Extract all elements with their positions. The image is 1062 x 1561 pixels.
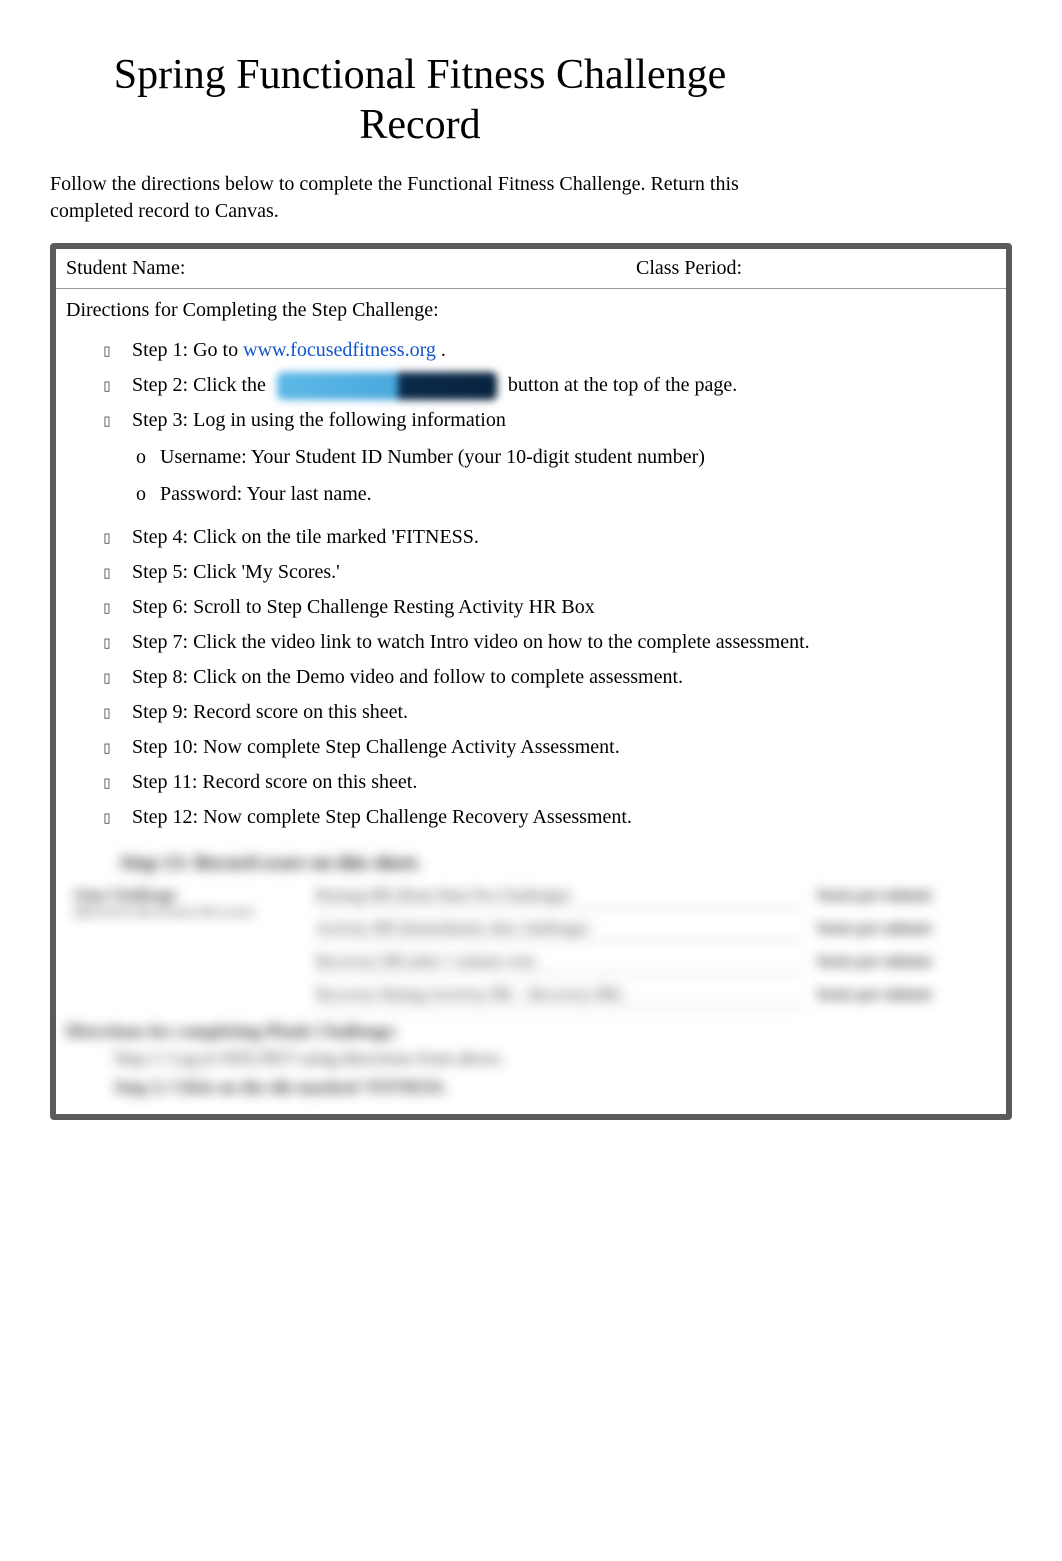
bullet-icon: ▯ — [96, 412, 118, 431]
intro-text: Follow the directions below to complete … — [50, 171, 770, 225]
step-9-text: Step 9: Record score on this sheet. — [118, 698, 996, 727]
bullet-icon: ▯ — [96, 529, 118, 548]
step-challenge-table: Step Challenge (Record in the boxes) All… — [66, 881, 996, 1013]
step-13-blurred: Step 13: Record score on this sheet. — [66, 848, 996, 881]
plank-directions-heading: Directions for completing Plank Challeng… — [66, 1013, 996, 1044]
plank-step-1: Step 1: Log in WELNET using directions f… — [66, 1044, 996, 1073]
step-7-text: Step 7: Click the video link to watch In… — [118, 628, 996, 657]
class-period-label: Class Period: — [626, 249, 1006, 288]
step-2: ▯ Step 2: Click the button at the top of… — [96, 371, 996, 400]
step-3: ▯ Step 3: Log in using the following inf… — [96, 406, 996, 517]
step-2-pre: Step 2: Click the — [132, 374, 271, 396]
step-10-text: Step 10: Now complete Step Challenge Act… — [118, 733, 996, 762]
bullet-icon: ▯ — [96, 704, 118, 723]
step-directions-heading: Directions for Completing the Step Chall… — [56, 289, 1006, 328]
step-3-text: Step 3: Log in using the following infor… — [132, 409, 506, 431]
focusedfitness-link[interactable]: www.focusedfitness.org — [243, 339, 436, 361]
row3-unit: beats per minute — [810, 947, 996, 980]
step-1-pre: Step 1: Go to — [132, 339, 243, 361]
row1-unit: beats per minute — [810, 881, 996, 914]
step-3a: oUsername: Your Student ID Number (your … — [136, 443, 996, 472]
form-header-row: Student Name: Class Period: — [56, 249, 1006, 289]
table-left-title: Step Challenge — [74, 887, 300, 905]
password-info: Password: Your last name. — [160, 480, 372, 509]
bullet-icon: ▯ — [96, 599, 118, 618]
table-left-sub: (Record in the boxes) All scores — [74, 905, 300, 921]
step-6-text: Step 6: Scroll to Step Challenge Resting… — [118, 593, 996, 622]
step-8-text: Step 8: Click on the Demo video and foll… — [118, 663, 996, 692]
username-info: Username: Your Student ID Number (your 1… — [160, 443, 705, 472]
step-3b: oPassword: Your last name. — [136, 480, 996, 509]
bullet-icon: ▯ — [96, 669, 118, 688]
plank-step-2: Step 2: Click on the tile marked 'FITNES… — [66, 1073, 996, 1102]
row1-label: Resting HR (Heart Rate Pre-Challenge) — [316, 887, 570, 904]
bullet-icon: ▯ — [96, 342, 118, 361]
bullet-icon: ▯ — [96, 634, 118, 653]
bullet-icon: ▯ — [96, 564, 118, 583]
step-5: ▯Step 5: Click 'My Scores.' — [96, 558, 996, 587]
step-5-text: Step 5: Click 'My Scores.' — [118, 558, 996, 587]
step-4: ▯Step 4: Click on the tile marked 'FITNE… — [96, 523, 996, 552]
step-10: ▯Step 10: Now complete Step Challenge Ac… — [96, 733, 996, 762]
step-12: ▯Step 12: Now complete Step Challenge Re… — [96, 803, 996, 832]
blurred-preview-region: Step 13: Record score on this sheet. Ste… — [56, 848, 1006, 1114]
step-4-text: Step 4: Click on the tile marked 'FITNES… — [118, 523, 996, 552]
bullet-icon: ▯ — [96, 377, 118, 396]
step-9: ▯Step 9: Record score on this sheet. — [96, 698, 996, 727]
step-1: ▯ Step 1: Go to www.focusedfitness.org . — [96, 336, 996, 365]
step-list: ▯ Step 1: Go to www.focusedfitness.org .… — [56, 328, 1006, 848]
student-name-label: Student Name: — [56, 249, 626, 288]
step-1-post: . — [436, 339, 446, 361]
row4-unit: beats per minute — [810, 980, 996, 1013]
bullet-icon: ▯ — [96, 809, 118, 828]
step-7: ▯Step 7: Click the video link to watch I… — [96, 628, 996, 657]
step-2-post: button at the top of the page. — [503, 374, 737, 396]
step-6: ▯Step 6: Scroll to Step Challenge Restin… — [96, 593, 996, 622]
bullet-icon: ▯ — [96, 774, 118, 793]
step-8: ▯Step 8: Click on the Demo video and fol… — [96, 663, 996, 692]
step-12-text: Step 12: Now complete Step Challenge Rec… — [118, 803, 996, 832]
record-form-box: Student Name: Class Period: Directions f… — [50, 243, 1012, 1120]
step-11: ▯Step 11: Record score on this sheet. — [96, 768, 996, 797]
row2-unit: beats per minute — [810, 914, 996, 947]
bullet-icon: ▯ — [96, 739, 118, 758]
row4-label: Recovery Rating (Activity HR − Recovery … — [316, 986, 622, 1003]
page-title: Spring Functional Fitness Challenge Reco… — [60, 50, 780, 151]
row3-label: Recovery HR (after 1 minute rest) — [316, 953, 535, 970]
row2-label: Activity HR (Immediately after challenge… — [316, 920, 589, 937]
step-11-text: Step 11: Record score on this sheet. — [118, 768, 996, 797]
login-button-image — [277, 372, 497, 400]
step-3-sublist: oUsername: Your Student ID Number (your … — [132, 443, 996, 509]
